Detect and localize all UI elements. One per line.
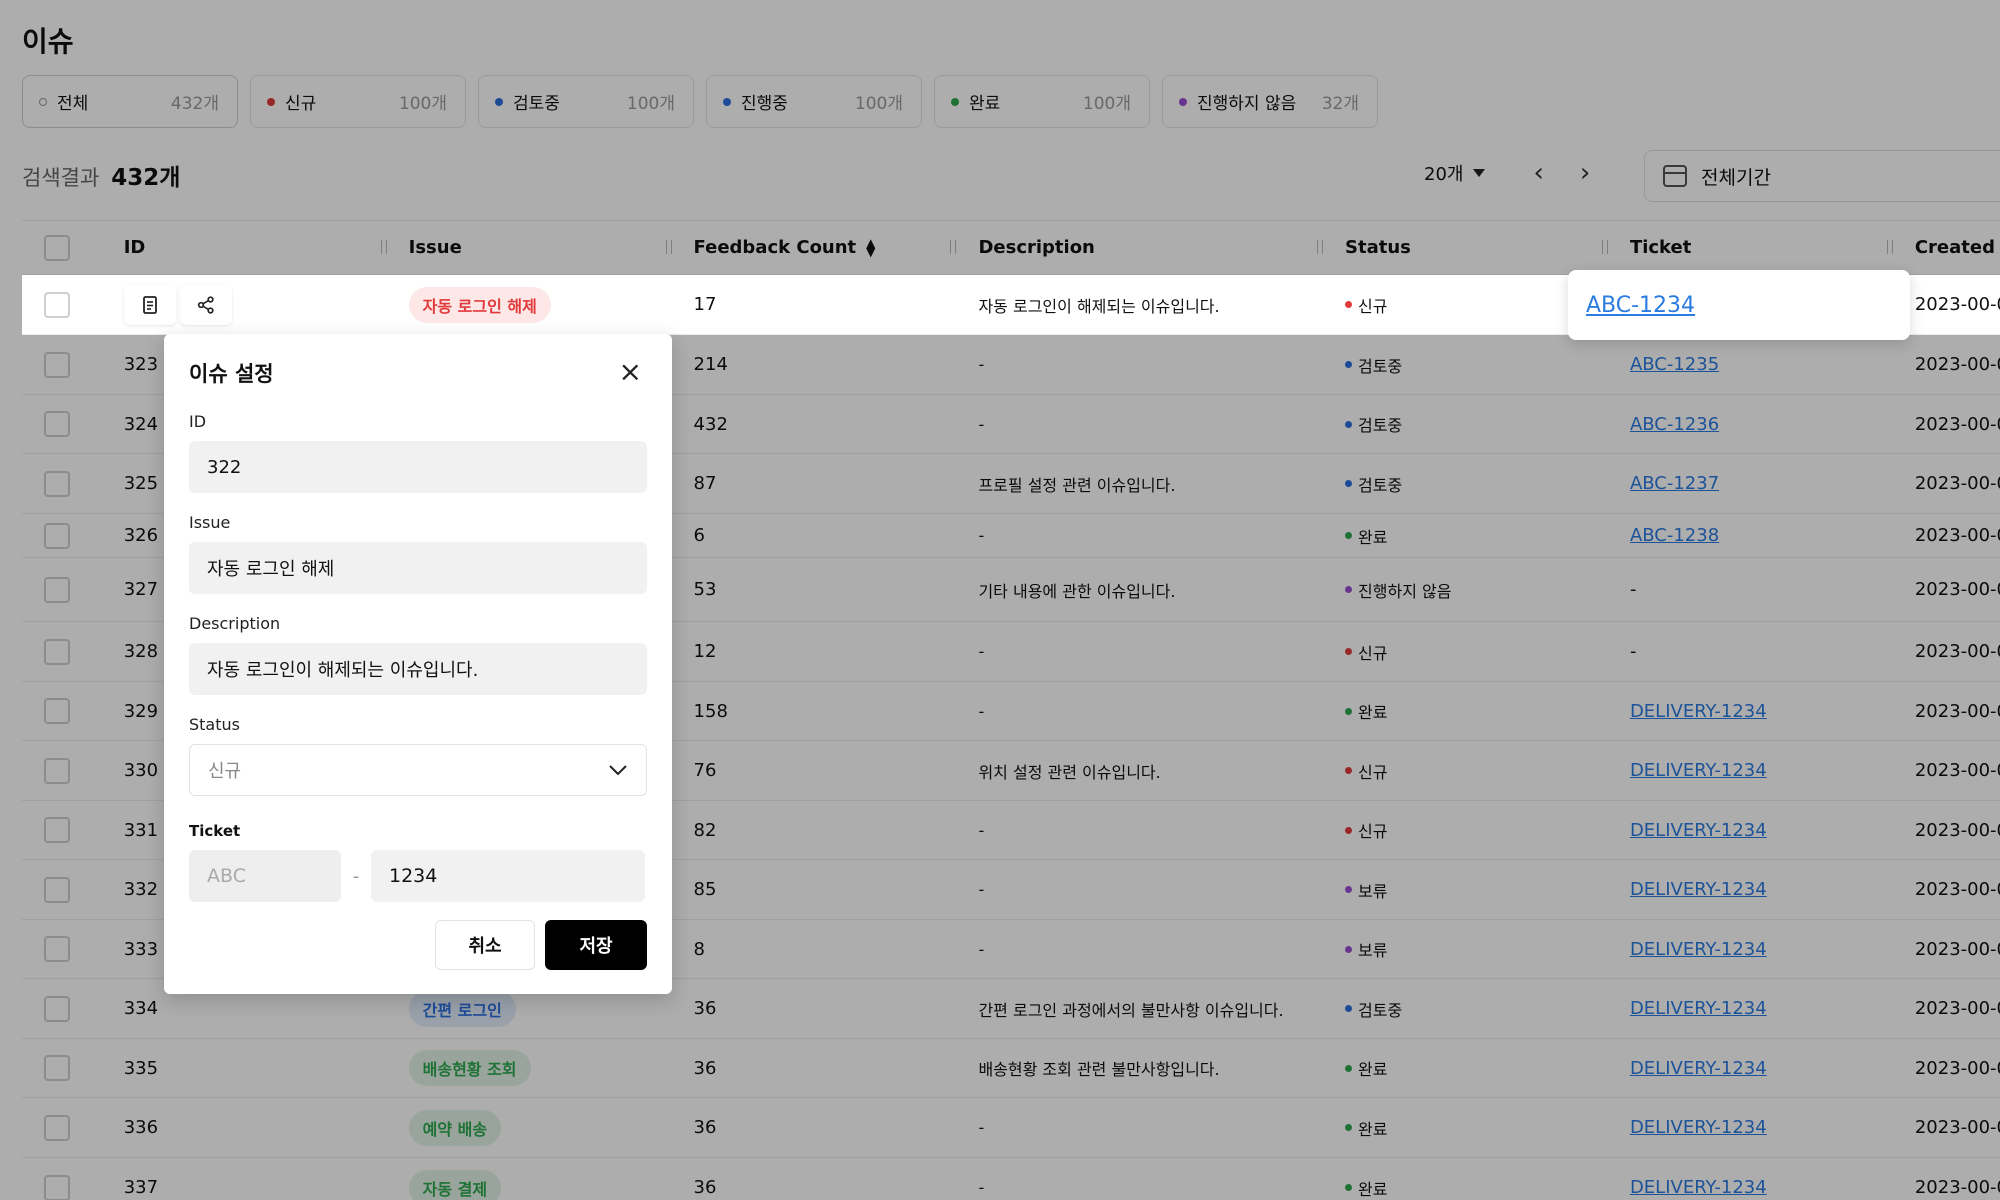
status-label: Status — [189, 715, 240, 734]
share-icon[interactable] — [179, 284, 232, 325]
chevron-down-icon — [609, 765, 627, 776]
ticket-link[interactable]: ABC-1234 — [1586, 293, 1695, 318]
issue-badge: 자동 로그인 해제 — [408, 286, 551, 323]
ticket-label: Ticket — [189, 822, 241, 840]
id-field[interactable]: 322 — [189, 441, 647, 493]
status-select[interactable]: 신규 — [189, 744, 647, 796]
status-select-value: 신규 — [208, 761, 242, 782]
dialog-title: 이슈 설정 — [189, 362, 274, 386]
description-field[interactable]: 자동 로그인이 해제되는 이슈입니다. — [189, 643, 647, 695]
issue-field[interactable]: 자동 로그인 해제 — [189, 542, 647, 594]
row-actions — [112, 275, 397, 334]
issue-label: Issue — [189, 513, 231, 532]
ticket-prefix-input[interactable]: ABC — [189, 850, 341, 902]
ticket-popover: ABC-1234 — [1568, 270, 1910, 340]
close-icon[interactable]: × — [619, 358, 642, 386]
status-dot — [1345, 301, 1353, 308]
created-cell: 2023-00-0 — [1914, 294, 2000, 315]
issue-settings-dialog: 이슈 설정 × ID 322 Issue 자동 로그인 해제 Descripti… — [164, 334, 672, 994]
description-cell: 자동 로그인이 해제되는 이슈입니다. — [978, 296, 1220, 316]
feedback-count-cell: 17 — [693, 294, 717, 315]
row-checkbox-cell — [22, 275, 112, 334]
id-label: ID — [189, 412, 207, 431]
dialog-actions: 취소 저장 — [435, 920, 647, 970]
cancel-button[interactable]: 취소 — [435, 920, 535, 970]
issue-cell: 자동 로그인 해제 — [397, 275, 682, 334]
status-label: 신규 — [1358, 296, 1388, 316]
ticket-separator: - — [352, 865, 360, 887]
issues-page: 이슈 전체 432개 신규 100개 검토중 100개 진행중 100개 완료 100개 진행하지 … — [0, 0, 2000, 1200]
ticket-inputs: ABC - 1234 — [189, 850, 647, 902]
document-icon[interactable] — [123, 284, 176, 325]
ticket-number-input[interactable]: 1234 — [371, 850, 645, 902]
description-label: Description — [189, 614, 281, 633]
row-checkbox[interactable] — [44, 291, 70, 318]
save-button[interactable]: 저장 — [545, 920, 647, 970]
